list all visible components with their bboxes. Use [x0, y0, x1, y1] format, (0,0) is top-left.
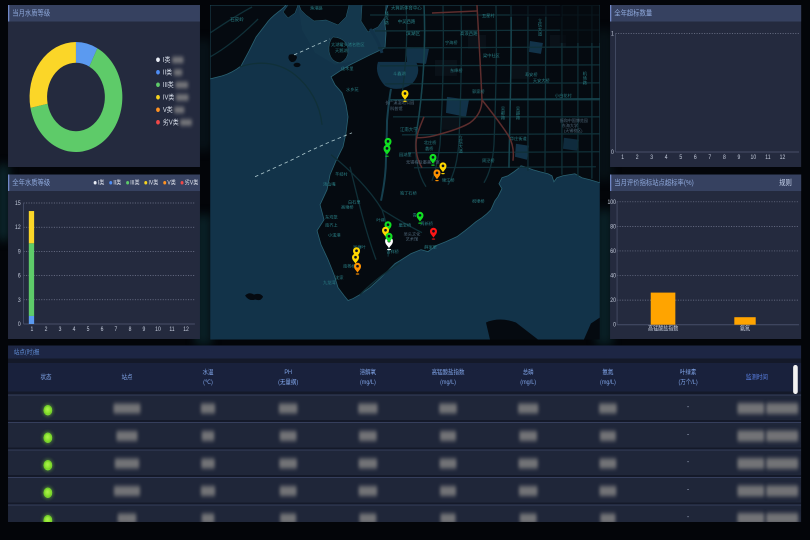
- svg-text:南齐上: 南齐上: [325, 222, 338, 229]
- svg-text:80: 80: [610, 224, 616, 230]
- svg-text:梁中社区: 梁中社区: [483, 52, 500, 59]
- svg-text:5: 5: [679, 155, 682, 161]
- svg-text:科普馆: 科普馆: [390, 105, 403, 112]
- svg-text:江南大学: 江南大学: [400, 126, 418, 133]
- svg-text:1: 1: [611, 31, 614, 37]
- svg-text:5: 5: [87, 327, 90, 333]
- svg-text:汤山嘴: 汤山嘴: [323, 181, 336, 188]
- svg-text:6: 6: [694, 155, 697, 161]
- svg-text:10: 10: [751, 155, 757, 161]
- svg-text:水乡苑: 水乡苑: [346, 86, 359, 93]
- svg-text:4: 4: [665, 155, 668, 161]
- svg-text:100: 100: [607, 199, 615, 205]
- svg-text:12: 12: [183, 327, 189, 333]
- svg-text:7: 7: [708, 155, 711, 161]
- svg-text:薛家里: 薛家里: [424, 244, 437, 251]
- svg-text:佳木里: 佳木里: [341, 65, 354, 72]
- svg-text:蠡桥: 蠡桥: [425, 145, 434, 152]
- svg-text:6: 6: [18, 273, 21, 279]
- svg-text:2: 2: [636, 155, 639, 161]
- svg-text:40: 40: [610, 273, 616, 279]
- svg-text:磨宝桥: 磨宝桥: [399, 222, 412, 229]
- svg-text:高墩桥: 高墩桥: [341, 204, 354, 211]
- svg-text:1: 1: [621, 155, 624, 161]
- svg-text:九龙湾: 九龙湾: [323, 279, 336, 286]
- svg-text:11: 11: [765, 155, 770, 161]
- svg-text:3: 3: [59, 327, 62, 333]
- svg-text:15: 15: [15, 201, 21, 207]
- svg-text:1: 1: [31, 327, 34, 333]
- svg-text:周新桥: 周新桥: [420, 220, 433, 227]
- svg-text:斗鑫湖: 斗鑫湖: [393, 70, 406, 77]
- svg-text:20: 20: [610, 298, 616, 304]
- svg-text:小溪港: 小溪港: [328, 232, 341, 239]
- svg-text:8: 8: [129, 327, 132, 333]
- svg-text:0: 0: [611, 150, 614, 156]
- svg-text:60: 60: [610, 249, 616, 255]
- svg-text:太湖鼋头渚名胜区: 太湖鼋头渚名胜区: [331, 41, 365, 48]
- svg-text:0: 0: [18, 322, 21, 328]
- svg-text:中吴西路: 中吴西路: [398, 18, 416, 25]
- svg-text:氨氮: 氨氮: [740, 324, 751, 333]
- svg-text:独丁石桥: 独丁石桥: [400, 190, 418, 197]
- svg-text:沈家: 沈家: [335, 274, 344, 281]
- svg-text:10: 10: [155, 327, 161, 333]
- svg-text:8: 8: [723, 155, 726, 161]
- svg-text:滨湖区: 滨湖区: [406, 30, 421, 37]
- svg-text:郭家桥: 郭家桥: [472, 88, 485, 95]
- svg-text:华庄街道: 华庄街道: [510, 135, 528, 142]
- svg-text:9: 9: [18, 249, 21, 255]
- svg-text:9: 9: [737, 155, 740, 161]
- svg-text:东绛桥: 东绛桥: [450, 67, 463, 74]
- svg-text:叶巷: 叶巷: [376, 217, 385, 224]
- svg-text:天鹅湖: 天鹅湖: [335, 47, 348, 54]
- svg-text:寿安桥: 寿安桥: [525, 71, 538, 78]
- svg-text:12: 12: [15, 225, 21, 231]
- svg-text:高浪西路: 高浪西路: [460, 30, 478, 37]
- svg-text:五星村: 五星村: [482, 12, 495, 18]
- svg-text:羊岐村: 羊岐村: [335, 171, 348, 178]
- svg-text:12: 12: [780, 155, 786, 161]
- svg-text:石皮岭: 石皮岭: [230, 16, 244, 23]
- svg-text:11: 11: [169, 327, 174, 333]
- svg-text:小白花村: 小白花村: [555, 92, 573, 99]
- svg-text:3: 3: [18, 297, 21, 303]
- svg-text:3: 3: [650, 155, 653, 161]
- svg-text:周泾桥: 周泾桥: [482, 157, 495, 164]
- svg-text:高锰酸盐指数: 高锰酸盐指数: [648, 324, 679, 333]
- svg-text:天安大桥: 天安大桥: [533, 77, 551, 84]
- svg-text:园湖里: 园湖里: [399, 151, 412, 158]
- svg-text:长广溪湿地公园: 长广溪湿地公园: [385, 99, 414, 106]
- svg-text:(天锡校区): (天锡校区): [564, 127, 583, 133]
- svg-text:宁海桥: 宁海桥: [445, 39, 458, 46]
- svg-text:9: 9: [143, 327, 146, 333]
- svg-text:东鸡笼: 东鸡笼: [325, 214, 338, 221]
- svg-text:艺术馆: 艺术馆: [406, 236, 419, 243]
- svg-text:6: 6: [101, 327, 104, 333]
- svg-text:2: 2: [45, 327, 48, 333]
- svg-text:祝埭桥: 祝埭桥: [472, 198, 485, 205]
- svg-text:北庄桥: 北庄桥: [424, 139, 437, 146]
- svg-text:4: 4: [73, 327, 76, 333]
- svg-text:塘江桥: 塘江桥: [442, 177, 455, 184]
- svg-text:0: 0: [613, 322, 616, 328]
- svg-text:7: 7: [115, 327, 118, 333]
